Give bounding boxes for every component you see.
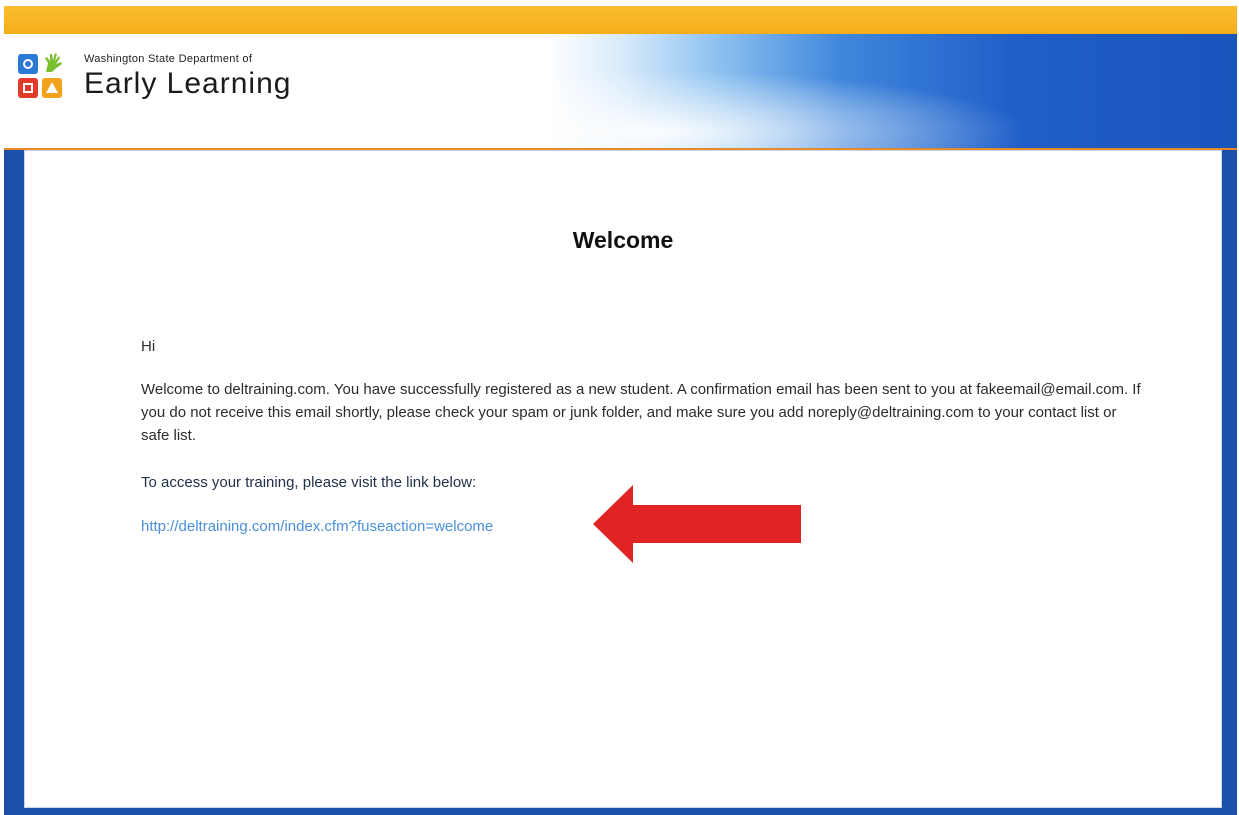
greeting-text: Hi	[141, 338, 156, 355]
logo-green-hand-icon	[42, 52, 62, 72]
content-panel: Welcome Hi Welcome to deltraining.com. Y…	[24, 150, 1222, 808]
logo-icon-group	[16, 50, 68, 102]
logo-blue-circle-icon	[18, 54, 38, 74]
confirmation-paragraph: Welcome to deltraining.com. You have suc…	[141, 381, 1141, 444]
org-title: Early Learning	[84, 66, 292, 100]
top-stripe	[4, 6, 1237, 34]
org-subtitle: Washington State Department of	[84, 52, 253, 65]
red-arrow-icon	[593, 485, 801, 563]
page-frame: Washington State Department of Early Lea…	[4, 6, 1237, 815]
page-title: Welcome	[572, 227, 674, 253]
logo-orange-triangle-icon	[42, 78, 62, 98]
header-wave	[544, 34, 1237, 150]
del-logo[interactable]: Washington State Department of Early Lea…	[16, 50, 291, 102]
logo-text: Washington State Department of Early Lea…	[84, 52, 292, 100]
logo-red-square-icon	[18, 78, 38, 98]
